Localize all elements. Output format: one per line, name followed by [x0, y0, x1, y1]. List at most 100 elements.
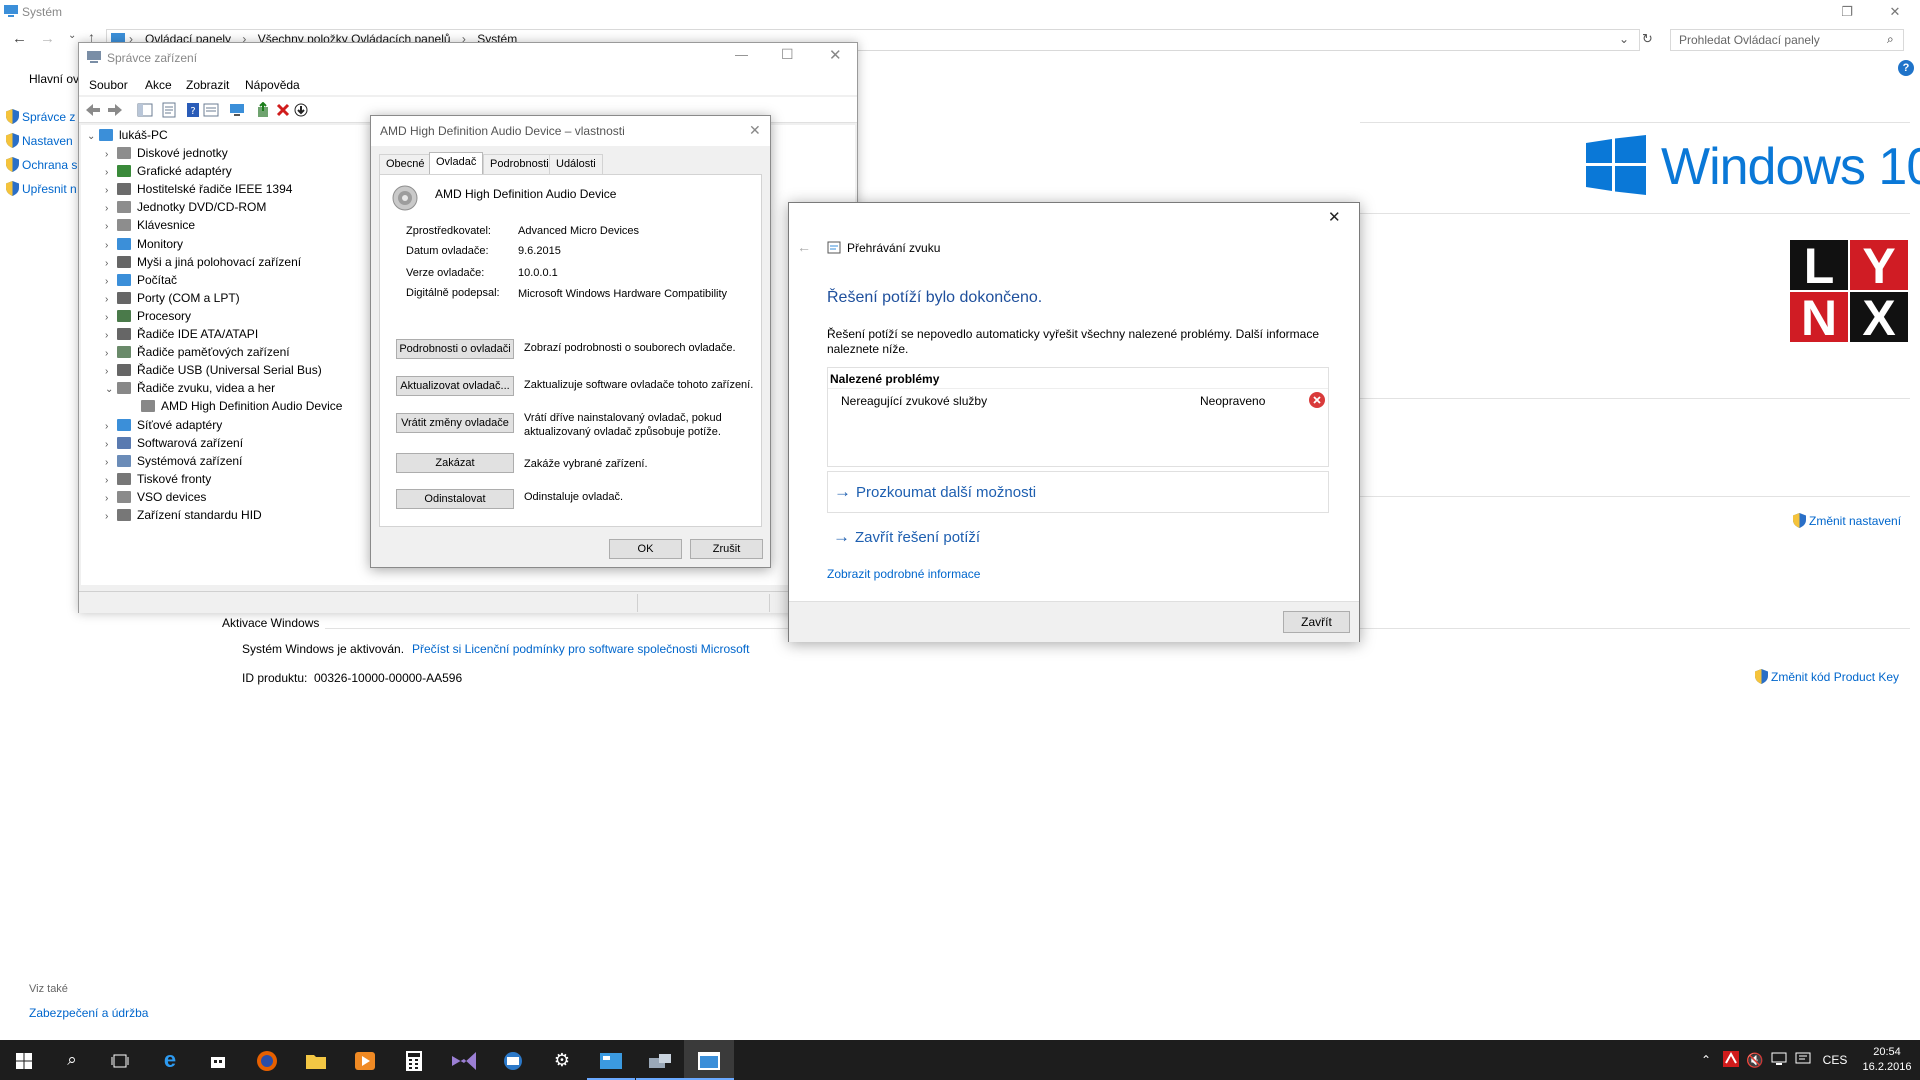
update-driver-button[interactable]: Aktualizovat ovladač...: [396, 376, 514, 396]
properties-icon[interactable]: [161, 102, 177, 118]
explore-options-link[interactable]: → Prozkoumat další možnosti: [834, 482, 1036, 502]
search-input[interactable]: Prohledat Ovládací panely ⌕: [1670, 29, 1904, 51]
license-link[interactable]: Přečíst si Licenční podmínky pro softwar…: [412, 642, 749, 656]
tree-category-item[interactable]: › VSO devices: [105, 488, 206, 506]
control-panel-taskbar-icon[interactable]: [587, 1040, 635, 1080]
tab-details[interactable]: Podrobnosti: [483, 154, 556, 174]
tree-category-item[interactable]: › Porty (COM a LPT): [105, 289, 240, 307]
recent-chevron-icon[interactable]: ⌄: [68, 30, 76, 41]
view-details-link[interactable]: Zobrazit podrobné informace: [827, 567, 980, 581]
network-app-icon[interactable]: [489, 1040, 537, 1080]
rollback-driver-button[interactable]: Vrátit změny ovladače: [396, 413, 514, 433]
visual-studio-icon[interactable]: [440, 1040, 488, 1080]
tree-category-item[interactable]: › Systémová zařízení: [105, 452, 242, 470]
trbl-close-x-button[interactable]: ✕: [1328, 208, 1341, 226]
action-center-icon[interactable]: [1792, 1040, 1814, 1080]
tree-category-item[interactable]: › Řadiče paměťových zařízení: [105, 343, 290, 361]
cancel-button[interactable]: Zrušit: [690, 539, 763, 559]
props-close-button[interactable]: ✕: [749, 122, 761, 139]
volume-muted-icon[interactable]: 🔇: [1744, 1040, 1766, 1080]
media-player-icon[interactable]: [341, 1040, 389, 1080]
scan-hardware-icon[interactable]: [229, 102, 245, 118]
tree-category-item[interactable]: › Tiskové fronty: [105, 470, 211, 488]
forward-arrow-icon[interactable]: [107, 102, 123, 118]
trbl-close-button[interactable]: Zavřít: [1283, 611, 1350, 633]
tree-category-item[interactable]: › Diskové jednotky: [105, 144, 228, 162]
back-arrow-icon[interactable]: ←: [797, 239, 811, 255]
help-icon[interactable]: ?: [1898, 60, 1914, 76]
tray-chevron-icon[interactable]: ⌃: [1696, 1040, 1716, 1080]
tree-category-item[interactable]: › Grafické adaptéry: [105, 162, 232, 180]
tab-driver[interactable]: Ovladač: [429, 152, 484, 175]
tree-category-item[interactable]: › Hostitelské řadiče IEEE 1394: [105, 180, 292, 198]
store-icon[interactable]: [194, 1040, 242, 1080]
task-view-icon[interactable]: [96, 1040, 144, 1080]
help-book-icon[interactable]: ?: [185, 102, 201, 118]
calculator-icon[interactable]: [390, 1040, 438, 1080]
tree-category-item[interactable]: › Procesory: [105, 307, 191, 325]
expand-icon[interactable]: ›: [105, 508, 117, 526]
forward-arrow-icon[interactable]: →: [40, 30, 55, 47]
uninstall-icon[interactable]: [275, 102, 291, 118]
leftnav-home[interactable]: Hlavní ov: [29, 72, 80, 86]
tree-category-item[interactable]: › Počítač: [105, 271, 177, 289]
search-taskbar-icon[interactable]: ⌕: [48, 1040, 96, 1080]
close-troubleshooter-link[interactable]: → Zavřít řešení potíží: [833, 527, 980, 547]
tree-category-item[interactable]: › Myši a jiná polohovací zařízení: [105, 253, 301, 271]
tree-category-item[interactable]: › Řadiče USB (Universal Serial Bus): [105, 361, 322, 379]
devmgr-minimize-button[interactable]: —: [735, 47, 748, 62]
tree-category-item[interactable]: › Zařízení standardu HID: [105, 506, 262, 524]
system-maximize-button[interactable]: ❐: [1824, 0, 1870, 24]
system-close-button[interactable]: ✕: [1872, 0, 1918, 24]
devmgr-close-button[interactable]: ✕: [829, 46, 842, 64]
show-hide-tree-icon[interactable]: [137, 102, 153, 118]
update-driver-icon[interactable]: [255, 102, 271, 118]
disable-button[interactable]: Zakázat: [396, 453, 514, 473]
leftnav-advanced[interactable]: Upřesnit n: [6, 181, 80, 196]
menu-file[interactable]: Soubor: [89, 78, 128, 92]
leftnav-protection[interactable]: Ochrana s: [6, 157, 80, 172]
file-explorer-icon[interactable]: [292, 1040, 340, 1080]
collapse-icon[interactable]: ⌄: [87, 128, 99, 146]
address-dropdown-icon[interactable]: ⌄: [1619, 32, 1629, 46]
menu-action[interactable]: Akce: [145, 78, 172, 92]
ok-button[interactable]: OK: [609, 539, 682, 559]
input-language[interactable]: CES: [1818, 1040, 1852, 1080]
tree-category-item[interactable]: › Jednotky DVD/CD-ROM: [105, 198, 266, 216]
collapse-icon[interactable]: ⌄: [105, 381, 117, 399]
view-icon[interactable]: [203, 102, 219, 118]
tree-category-item[interactable]: › Softwarová zařízení: [105, 434, 243, 452]
driver-details-button[interactable]: Podrobnosti o ovladači: [396, 339, 514, 359]
tab-general[interactable]: Obecné: [379, 154, 432, 174]
disable-device-icon[interactable]: [293, 102, 309, 118]
tree-category-item[interactable]: › Síťové adaptéry: [105, 416, 222, 434]
firefox-icon[interactable]: [243, 1040, 291, 1080]
tree-category-item[interactable]: › Klávesnice: [105, 216, 195, 234]
devmgr-maximize-button[interactable]: ☐: [781, 46, 794, 63]
clock[interactable]: 20:54 16.2.2016: [1856, 1040, 1918, 1080]
tree-category-item[interactable]: › Řadiče IDE ATA/ATAPI: [105, 325, 258, 343]
back-arrow-icon[interactable]: [85, 102, 101, 118]
settings-gear-icon[interactable]: ⚙: [538, 1040, 586, 1080]
refresh-icon[interactable]: ↻: [1642, 31, 1653, 47]
change-settings-link[interactable]: Změnit nastavení: [1793, 513, 1901, 528]
start-button[interactable]: [0, 1040, 48, 1080]
security-maintenance-link[interactable]: Zabezpečení a údržba: [29, 1006, 148, 1020]
menu-help[interactable]: Nápověda: [245, 78, 300, 92]
network-icon[interactable]: [1768, 1040, 1790, 1080]
leftnav-remote[interactable]: Nastaven: [6, 133, 80, 148]
tree-category-item[interactable]: ⌄ Řadiče zvuku, videa a her: [105, 379, 275, 397]
menu-view[interactable]: Zobrazit: [186, 78, 229, 92]
leftnav-devmgr[interactable]: Správce z: [6, 109, 80, 124]
problem-name[interactable]: Nereagující zvukové služby: [841, 394, 987, 408]
edge-icon[interactable]: e: [146, 1040, 194, 1080]
explore-options-box[interactable]: → Prozkoumat další možnosti: [827, 471, 1329, 513]
uninstall-button[interactable]: Odinstalovat: [396, 489, 514, 509]
tree-root[interactable]: ⌄ lukáš-PC: [87, 126, 168, 144]
tab-events[interactable]: Události: [549, 154, 603, 174]
tree-category-item[interactable]: › Monitory: [105, 235, 183, 253]
tray-antivirus-icon[interactable]: [1720, 1040, 1742, 1080]
troubleshooter-taskbar-icon[interactable]: [684, 1040, 734, 1080]
change-key-link[interactable]: Změnit kód Product Key: [1755, 669, 1899, 684]
back-arrow-icon[interactable]: ←: [12, 30, 27, 47]
